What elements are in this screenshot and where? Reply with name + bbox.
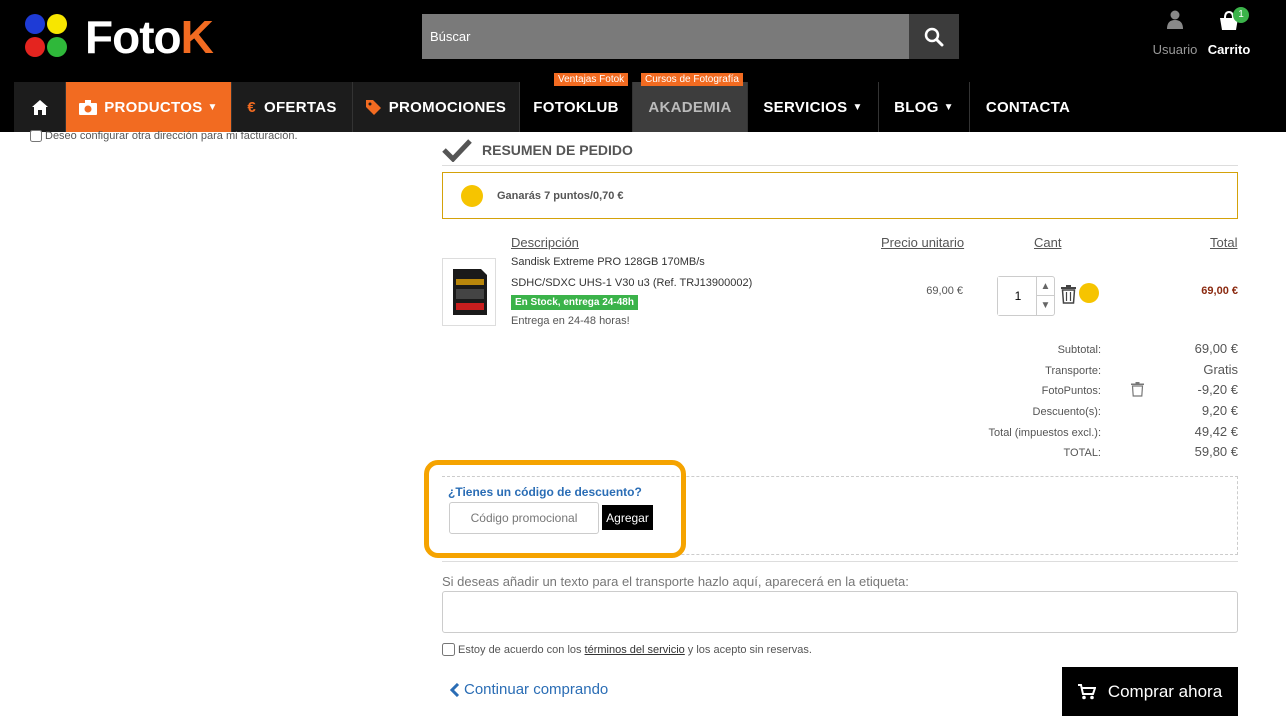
quantity-input[interactable]	[998, 277, 1038, 315]
logo-dot-blue	[25, 14, 45, 34]
cart-count-badge: 1	[1233, 7, 1249, 23]
home-icon	[31, 99, 48, 115]
nav-tag-cursos: Cursos de Fotografía	[641, 73, 743, 86]
buy-now-button[interactable]: Comprar ahora	[1062, 667, 1238, 716]
totals-row-subtotal: Subtotal: 69,00 €	[1057, 341, 1238, 356]
totals-row-shipping: Transporte: Gratis	[1045, 361, 1238, 377]
logo-dot-red	[25, 37, 45, 57]
nav-promociones-label: PROMOCIONES	[388, 98, 507, 116]
chevron-down-icon: ▼	[207, 101, 218, 113]
buy-now-label: Comprar ahora	[1107, 681, 1223, 701]
euro-icon: €	[247, 98, 256, 116]
nav-ofertas[interactable]: € OFERTAS	[232, 82, 353, 132]
main-nav: PRODUCTOS ▼ € OFERTAS PROMOCIONES Ventaj…	[14, 73, 1086, 132]
billing-address-checkbox[interactable]	[30, 130, 42, 142]
shipping-note-textarea[interactable]	[442, 591, 1238, 633]
nav-ofertas-label: OFERTAS	[264, 98, 337, 116]
search-bar	[422, 14, 959, 59]
continue-shopping-label: Continuar comprando	[464, 681, 609, 698]
cart-icon	[1077, 683, 1096, 699]
divider	[442, 165, 1238, 166]
quantity-decrease-button[interactable]: ▼	[1036, 296, 1054, 315]
terms-checkbox[interactable]	[442, 643, 455, 656]
nav-contacta-label: CONTACTA	[985, 98, 1071, 116]
continue-shopping-link[interactable]: Continuar comprando	[450, 681, 608, 698]
user-icon	[1167, 10, 1183, 29]
search-button[interactable]	[909, 14, 959, 59]
nav-promociones[interactable]: PROMOCIONES	[353, 82, 520, 132]
line-total-value: 69,00 €	[1201, 285, 1238, 297]
stock-badge: En Stock, entrega 24-48h	[511, 295, 638, 310]
chevron-down-icon: ▼	[852, 101, 863, 113]
points-text: Ganarás 7 puntos/0,70 €	[497, 189, 624, 202]
nav-servicios[interactable]: SERVICIOS ▼	[748, 82, 879, 132]
divider	[442, 561, 1238, 562]
totals-row-fotopuntos: FotoPuntos: -9,20 €	[1041, 382, 1238, 398]
terms-prefix: Estoy de acuerdo con los	[458, 643, 582, 656]
coin-icon	[461, 184, 483, 207]
order-summary-heading: RESUMEN DE PEDIDO	[482, 142, 633, 158]
chevron-down-icon: ▼	[943, 101, 954, 113]
nav-productos[interactable]: PRODUCTOS ▼	[66, 82, 232, 132]
column-qty[interactable]: Cant	[1034, 235, 1061, 250]
column-unit-price[interactable]: Precio unitario	[881, 235, 964, 250]
nav-home[interactable]	[14, 82, 66, 132]
quantity-stepper: ▲ ▼	[997, 276, 1055, 316]
cart-label: Carrito	[1207, 42, 1251, 57]
remove-points-trash-icon[interactable]	[1131, 382, 1144, 397]
site-header: FotoK Usuario 1 Carrito PRODUCTOS ▼ € OF…	[0, 0, 1286, 132]
totals-row-total-excl: Total (impuestos excl.): 49,42 €	[988, 423, 1238, 439]
search-icon	[924, 27, 944, 46]
order-totals: Subtotal: 69,00 € Transporte: Gratis FotoP…	[942, 340, 1238, 464]
nav-fotoklub-label: FOTOKLUB	[533, 98, 619, 116]
coupon-code-input[interactable]	[449, 502, 599, 534]
unit-price-value: 69,00 €	[926, 285, 963, 297]
totals-row-total: TOTAL: 59,80 €	[1063, 444, 1239, 460]
terms-agreement: Estoy de acuerdo con los términos del se…	[442, 643, 812, 656]
tag-icon	[365, 99, 381, 115]
delivery-info: Entrega en 24-48 horas!	[511, 315, 630, 327]
nav-akademia[interactable]: Cursos de Fotografía AKADEMIA	[633, 73, 748, 132]
shipping-note-label: Si deseas añadir un texto para el transp…	[442, 574, 909, 589]
column-total[interactable]: Total	[1210, 235, 1237, 250]
nav-tag-ventajas: Ventajas Fotok	[554, 73, 629, 86]
nav-servicios-label: SERVICIOS	[763, 98, 848, 116]
checkmark-icon	[442, 139, 472, 162]
nav-blog[interactable]: BLOG ▼	[879, 82, 970, 132]
nav-productos-label: PRODUCTOS	[104, 98, 203, 116]
logo-dot-green	[47, 37, 67, 57]
logo-dot-yellow	[47, 14, 67, 34]
billing-address-option: Deseo configurar otra dirección para mi …	[30, 130, 298, 142]
logo-text: FotoK	[85, 11, 214, 63]
quantity-increase-button[interactable]: ▲	[1036, 277, 1054, 296]
fotok-logo[interactable]: FotoK	[25, 11, 235, 63]
billing-address-label: Deseo configurar otra dirección para mi …	[45, 130, 298, 142]
apply-coupon-button[interactable]: Agregar	[602, 505, 653, 530]
cart[interactable]: 1 Carrito	[1207, 7, 1251, 57]
terms-suffix: y los acepto sin reservas.	[687, 643, 812, 656]
totals-row-discounts: Descuento(s): 9,20 €	[1032, 403, 1238, 419]
trash-icon[interactable]	[1060, 285, 1077, 304]
order-summary-title: RESUMEN DE PEDIDO	[442, 138, 633, 162]
coupon-question[interactable]: ¿Tienes un código de descuento?	[448, 485, 642, 499]
coin-icon	[1079, 283, 1099, 303]
points-banner: Ganarás 7 puntos/0,70 €	[442, 172, 1238, 219]
terms-link[interactable]: términos del servicio	[585, 644, 685, 656]
search-input[interactable]	[422, 14, 909, 59]
product-image[interactable]	[442, 258, 496, 326]
camera-icon	[79, 99, 98, 115]
nav-contacta[interactable]: CONTACTA	[970, 82, 1086, 132]
user-account[interactable]: Usuario	[1152, 10, 1198, 57]
user-label: Usuario	[1152, 42, 1198, 57]
nav-akademia-label: AKADEMIA	[648, 98, 732, 116]
sd-card-icon	[453, 269, 487, 315]
nav-blog-label: BLOG	[894, 98, 939, 116]
column-description[interactable]: Descripción	[511, 235, 579, 250]
product-name[interactable]: Sandisk Extreme PRO 128GB 170MB/s SDHC/S…	[511, 252, 771, 294]
chevron-left-icon	[450, 682, 460, 697]
nav-fotoklub[interactable]: Ventajas Fotok FOTOKLUB	[520, 73, 633, 132]
